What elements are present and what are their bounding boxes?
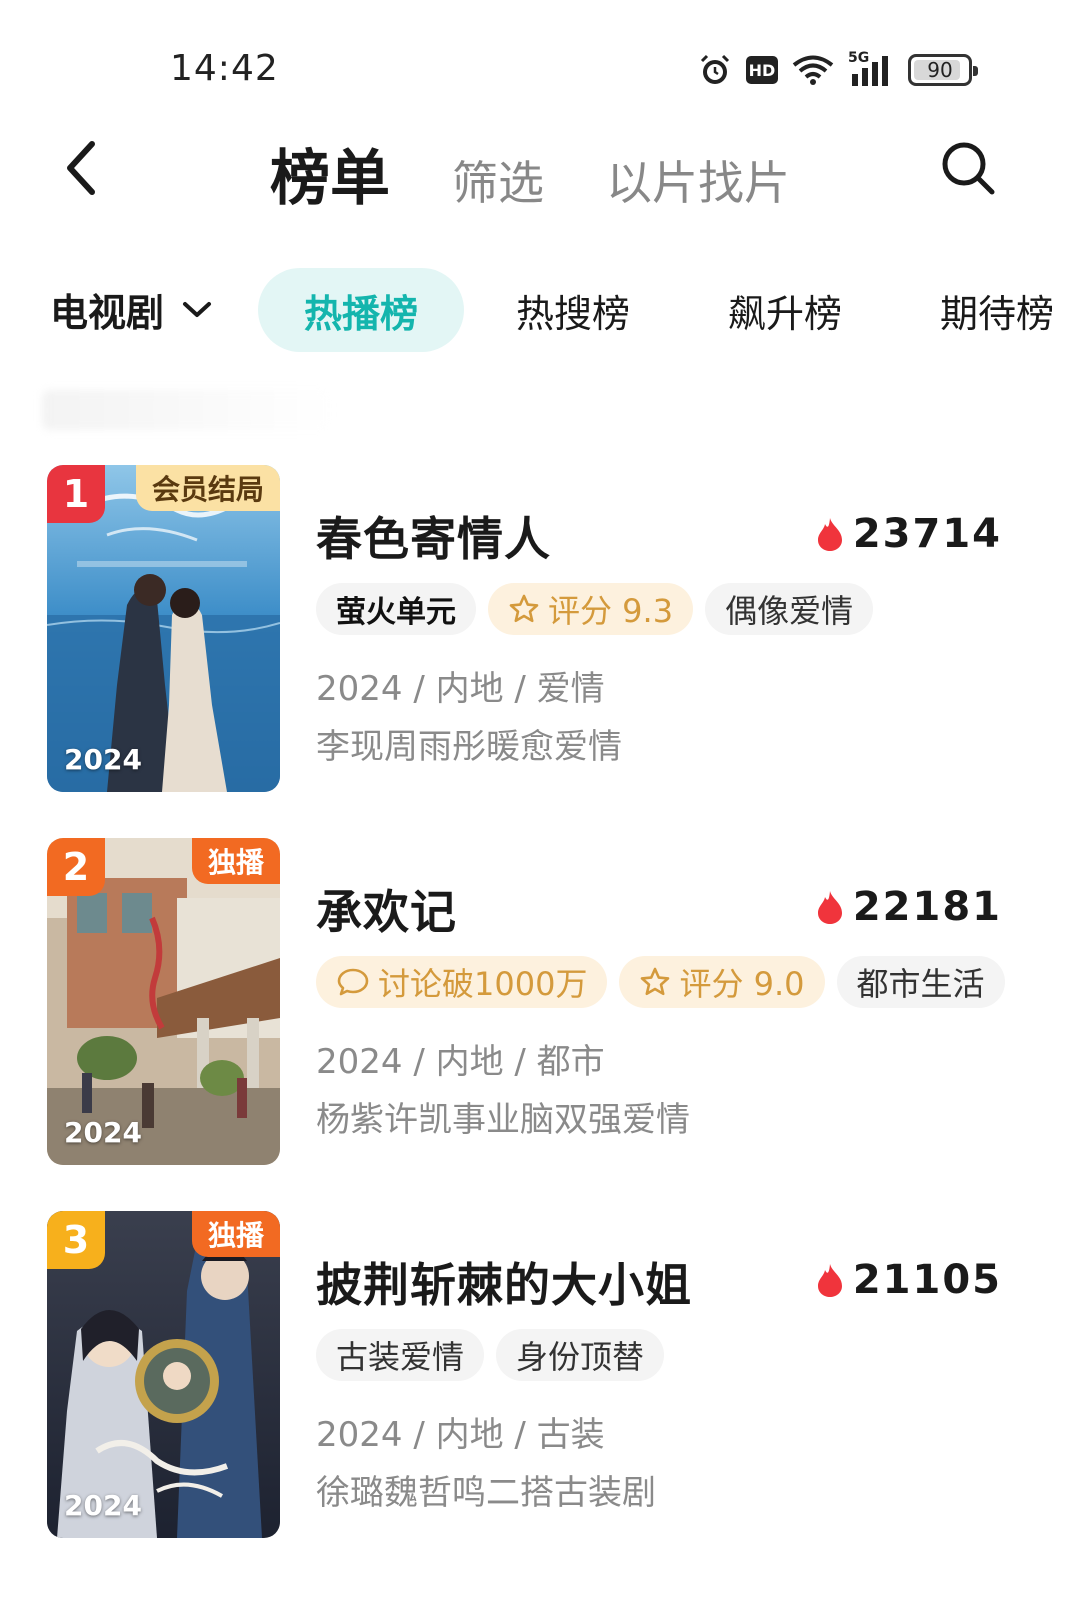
tag-discussion: 讨论破1000万 — [316, 956, 608, 1008]
back-button[interactable] — [52, 138, 112, 198]
tag-label: 评分 9.3 — [548, 592, 674, 630]
heat-value: 22181 — [852, 884, 1002, 930]
heat-score: 21105 — [815, 1257, 1002, 1303]
heat-value: 23714 — [852, 511, 1002, 557]
wifi-icon — [792, 54, 834, 86]
tab-anticipated[interactable]: 期待榜 — [894, 268, 1080, 352]
flame-icon — [817, 891, 842, 924]
item-title[interactable]: 春色寄情人 — [316, 503, 551, 569]
flame-icon — [817, 1264, 842, 1297]
tag-label: 偶像爱情 — [725, 592, 854, 630]
poster-year: 2024 — [64, 1116, 142, 1149]
category-row: 电视剧 热播榜 热搜榜 飙升榜 期待榜 — [0, 268, 1080, 352]
tag-rating: 评分 9.0 — [619, 956, 825, 1008]
battery-level: 90 — [927, 58, 953, 82]
signal-icon: 5G — [848, 50, 894, 88]
rank-badge: 3 — [47, 1211, 105, 1269]
tag-list: 古装爱情 身份顶替 — [316, 1329, 665, 1381]
header: 榜单 筛选 以片找片 — [0, 120, 1080, 220]
search-icon — [942, 142, 995, 195]
comment-icon — [337, 968, 369, 996]
exclusive-badge: 独播 — [191, 838, 280, 884]
heat-score: 23714 — [815, 511, 1002, 557]
poster[interactable]: 3 独播 2024 — [47, 1211, 280, 1538]
search-button[interactable] — [936, 136, 1000, 200]
item-description: 徐璐魏哲鸣二搭古装剧 — [316, 1473, 656, 1513]
category-label: 电视剧 — [50, 291, 165, 335]
status-bar: 14:42 HD 5G 90 — [0, 0, 1080, 110]
tag-brand: 萤火单元 — [316, 583, 476, 635]
star-icon — [641, 967, 670, 996]
tab-hot-search[interactable]: 热搜榜 — [470, 268, 676, 352]
rank-badge: 2 — [47, 838, 105, 896]
list-item[interactable]: 1 会员结局 2024 春色寄情人 23714 萤火单元 评分 9.3 偶像爱情… — [0, 465, 1080, 795]
item-title[interactable]: 承欢记 — [316, 876, 457, 942]
item-description: 李现周雨彤暖愈爱情 — [316, 727, 622, 767]
tag-list: 讨论破1000万 评分 9.0 都市生活 — [316, 956, 1005, 1008]
item-title[interactable]: 披荆斩棘的大小姐 — [316, 1249, 692, 1315]
chevron-left-icon — [67, 141, 95, 195]
exclusive-badge: 独播 — [191, 1211, 280, 1257]
tag-list: 萤火单元 评分 9.3 偶像爱情 — [316, 583, 874, 635]
tag-label: 身份顶替 — [516, 1338, 645, 1376]
tab-hot-play[interactable]: 热播榜 — [258, 268, 465, 352]
list-item[interactable]: 3 独播 2024 披荆斩棘的大小姐 21105 古装爱情 身份顶替 2024 … — [0, 1211, 1080, 1541]
tab-filter[interactable]: 筛选 — [452, 147, 544, 213]
item-meta: 2024 / 内地 / 古装 — [316, 1415, 605, 1455]
item-description: 杨紫许凯事业脑双强爱情 — [316, 1100, 690, 1140]
heat-value: 21105 — [852, 1257, 1002, 1303]
rank-badge: 1 — [47, 465, 105, 523]
tag-label: 古装爱情 — [336, 1338, 465, 1376]
hd-icon: HD — [746, 56, 778, 84]
blurred-subtitle — [42, 390, 332, 430]
poster-year: 2024 — [64, 743, 142, 776]
tag-label: 都市生活 — [856, 965, 985, 1003]
header-tabs: 榜单 筛选 以片找片 — [270, 130, 852, 217]
tab-rising[interactable]: 飙升榜 — [682, 268, 888, 352]
tag-rating: 评分 9.3 — [488, 583, 694, 635]
battery-icon: 90 — [908, 54, 978, 86]
vip-finale-badge: 会员结局 — [135, 465, 280, 511]
tag-label: 评分 9.0 — [679, 965, 805, 1003]
list-item[interactable]: 2 独播 2024 承欢记 22181 讨论破1000万 评分 9.0 都市生活… — [0, 838, 1080, 1168]
tag-genre: 偶像爱情 — [705, 583, 874, 635]
poster-year: 2024 — [64, 1489, 142, 1522]
poster[interactable]: 2 独播 2024 — [47, 838, 280, 1165]
tag-label: 讨论破1000万 — [378, 965, 588, 1003]
poster[interactable]: 1 会员结局 2024 — [47, 465, 280, 792]
heat-score: 22181 — [815, 884, 1002, 930]
tag-genre: 都市生活 — [836, 956, 1005, 1008]
tag-genre: 古装爱情 — [316, 1329, 485, 1381]
tab-ranking[interactable]: 榜单 — [270, 130, 390, 217]
chevron-down-icon — [183, 301, 212, 317]
tab-find-by-film[interactable]: 以片找片 — [606, 147, 790, 213]
status-icons: HD 5G 90 — [698, 50, 978, 90]
category-dropdown[interactable]: 电视剧 — [50, 282, 212, 337]
tag-theme: 身份顶替 — [496, 1329, 665, 1381]
flame-icon — [817, 518, 842, 551]
star-icon — [509, 594, 539, 623]
rank-tabs: 热播榜 热搜榜 飙升榜 期待榜 — [258, 268, 1080, 352]
status-time: 14:42 — [170, 48, 279, 89]
item-meta: 2024 / 内地 / 都市 — [316, 1042, 605, 1082]
alarm-icon — [698, 53, 732, 87]
item-meta: 2024 / 内地 / 爱情 — [316, 669, 605, 709]
tag-label: 萤火单元 — [336, 595, 456, 630]
